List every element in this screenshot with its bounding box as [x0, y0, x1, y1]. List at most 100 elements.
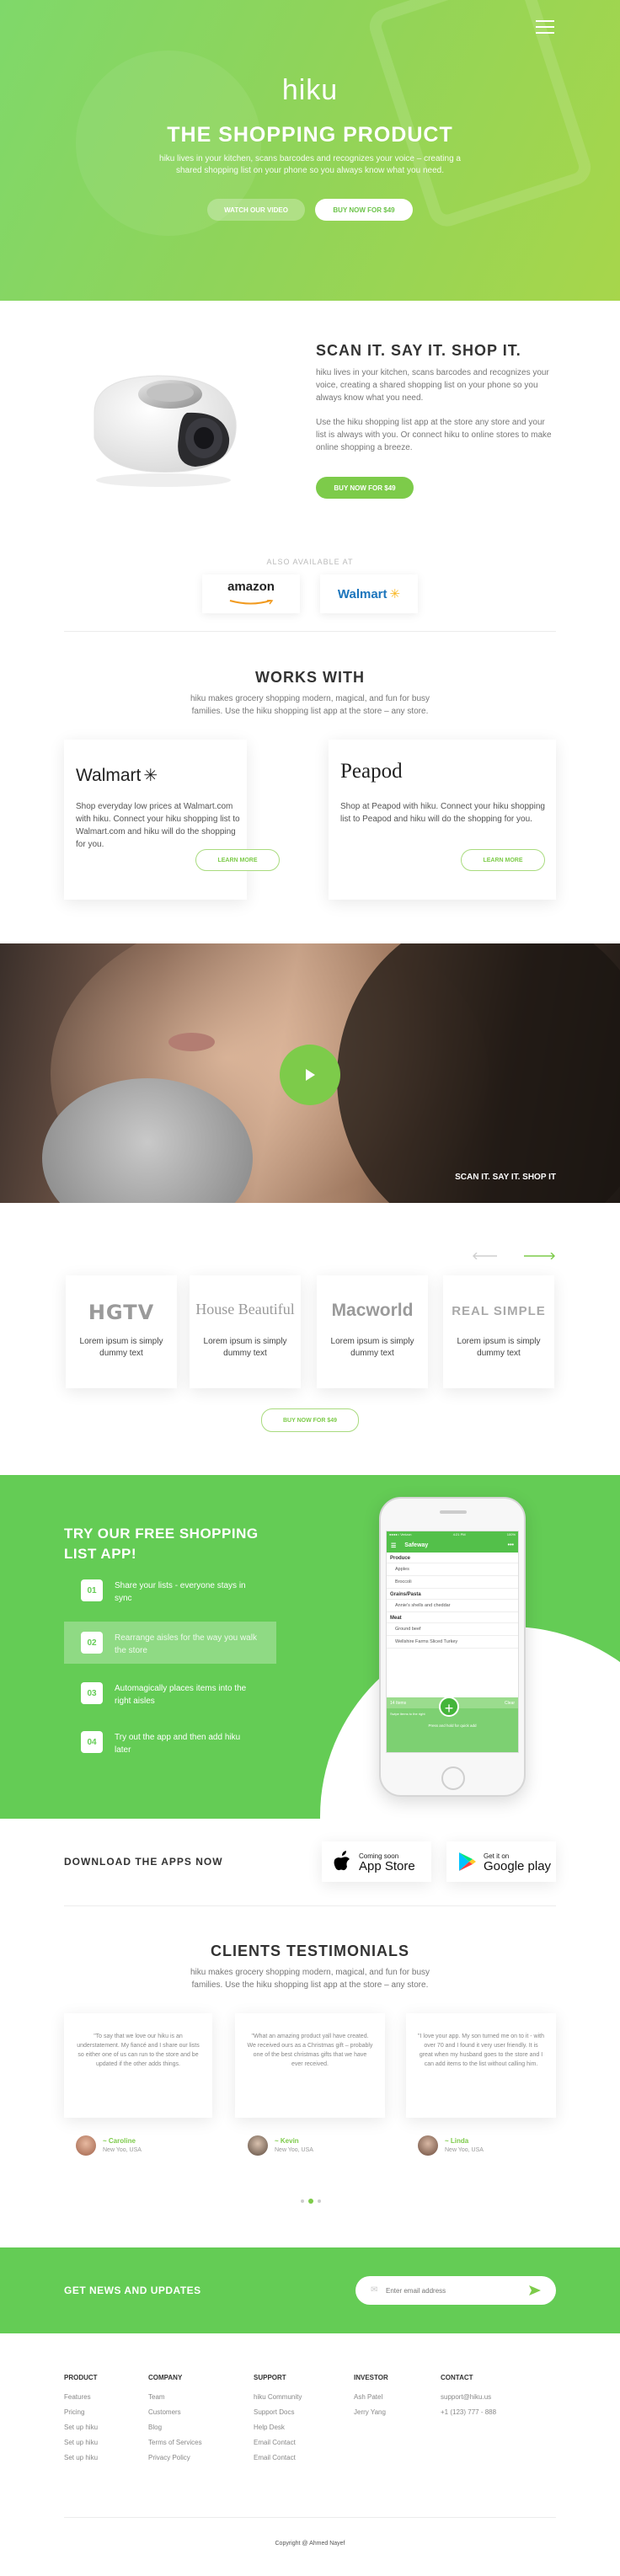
press-text: Lorem ipsum is simply dummy text: [79, 1337, 163, 1358]
step-number: 03: [81, 1682, 103, 1704]
phone-speaker: [440, 1510, 467, 1514]
video-section: SCAN IT. SAY IT. SHOP IT: [0, 943, 620, 1203]
phone-more-icon[interactable]: •••: [508, 1542, 514, 1548]
phone-hint: Swipe items to the right: [390, 1712, 425, 1716]
footer-link[interactable]: Customers: [148, 2408, 202, 2416]
press-card: House Beautiful Lorem ipsum is simply du…: [190, 1275, 301, 1388]
footer-link[interactable]: Terms of Services: [148, 2439, 202, 2446]
footer-link[interactable]: +1 (123) 777 - 888: [441, 2408, 496, 2416]
phone-list-item[interactable]: Apples: [387, 1563, 518, 1576]
watch-video-button[interactable]: WATCH OUR VIDEO: [207, 199, 305, 221]
app-store-button[interactable]: Coming soon App Store: [322, 1841, 431, 1882]
walmart-learn-more-button[interactable]: LEARN MORE: [195, 849, 280, 871]
phone-home-button: [441, 1766, 465, 1790]
peapod-learn-more-button[interactable]: LEARN MORE: [461, 849, 545, 871]
prev-arrow-icon[interactable]: [472, 1248, 497, 1264]
footer-link[interactable]: Blog: [148, 2424, 202, 2431]
phone-mockup: ●●●●○ Verizon 4:21 PM 100% ☰ Safeway ••• P…: [379, 1497, 526, 1797]
testimonial-card: "I love your app. My son turned me on to…: [406, 2013, 556, 2118]
walmart-spark-icon: ✳: [389, 587, 401, 601]
scan-buy-button[interactable]: BUY NOW FOR $49: [316, 477, 414, 499]
footer-link[interactable]: Set up hiku: [64, 2439, 98, 2446]
footer-link[interactable]: Jerry Yang: [354, 2408, 388, 2416]
press-text: Lorem ipsum is simply dummy text: [203, 1337, 287, 1358]
also-available-label: ALSO AVAILABLE AT: [266, 558, 354, 566]
footer-col-title: SUPPORT: [254, 2374, 286, 2381]
phone-list-item[interactable]: Ground beef: [387, 1623, 518, 1636]
step-number: 04: [81, 1731, 103, 1753]
google-play-button[interactable]: Get it on Google play: [446, 1841, 556, 1882]
footer-link[interactable]: Ash Patel: [354, 2393, 388, 2401]
testimonial-card: "To say that we love our hiku is an unde…: [64, 2013, 212, 2118]
phone-section-header: Meat: [387, 1612, 518, 1623]
menu-icon[interactable]: [536, 20, 554, 34]
phone-list: Produce Apples Broccoli Grains/Pasta Annie's…: [387, 1553, 518, 1649]
download-title: DOWNLOAD THE APPS NOW: [64, 1856, 223, 1868]
footer-link[interactable]: Email Contact: [254, 2439, 302, 2446]
footer-link[interactable]: Help Desk: [254, 2424, 302, 2431]
footer-link[interactable]: Features: [64, 2393, 98, 2401]
footer-link[interactable]: hiku Community: [254, 2393, 302, 2401]
footer-col-company: COMPANY Team Customers Blog Terms of Ser…: [148, 2374, 202, 2469]
phone-list-item[interactable]: Broccoli: [387, 1576, 518, 1589]
hero-bg-phone: [365, 0, 596, 232]
testimonial-location: New Yoo, USA: [103, 2147, 142, 2153]
phone-list-item[interactable]: Wellshire Farms Sliced Turkey: [387, 1636, 518, 1649]
scan-title: SCAN IT. SAY IT. SHOP IT.: [316, 342, 521, 359]
amazon-logo: amazon: [227, 579, 275, 594]
carousel-dot-active[interactable]: [308, 2199, 313, 2204]
next-arrow-icon[interactable]: [524, 1248, 556, 1264]
footer-col-investor: INVESTOR Ash Patel Jerry Yang: [354, 2374, 388, 2424]
footer-link[interactable]: Team: [148, 2393, 202, 2401]
video-hair: [337, 943, 620, 1203]
footer-col-product: PRODUCT Features Pricing Set up hiku Set…: [64, 2374, 98, 2469]
footer-link[interactable]: Email Contact: [254, 2454, 302, 2461]
footer-link[interactable]: Support Docs: [254, 2408, 302, 2416]
press-card: Macworld Lorem ipsum is simply dummy tex…: [317, 1275, 428, 1388]
avatar: [76, 2135, 96, 2156]
footer-link[interactable]: Set up hiku: [64, 2454, 98, 2461]
footer-col-title: CONTACT: [441, 2374, 473, 2381]
send-icon[interactable]: [529, 2285, 541, 2295]
carousel-dot[interactable]: [301, 2199, 304, 2203]
testimonial-location: New Yoo, USA: [275, 2147, 313, 2153]
hero-buy-button[interactable]: BUY NOW FOR $49: [315, 199, 413, 221]
phone-list-item[interactable]: Annie's shells and cheddar: [387, 1600, 518, 1612]
avatar: [418, 2135, 438, 2156]
video-lips: [168, 1033, 215, 1051]
walmart-card: Walmart ✳ Shop everyday low prices at Wal…: [64, 740, 280, 900]
hero-logo: hiku: [281, 74, 339, 106]
footer-col-contact: CONTACT support@hiku.us +1 (123) 777 - 8…: [441, 2374, 496, 2424]
phone-store-name: Safeway: [404, 1542, 429, 1548]
testimonials-subtitle: hiku makes grocery shopping modern, magi…: [190, 1968, 430, 1990]
carousel-dot[interactable]: [318, 2199, 321, 2203]
divider: [64, 2517, 556, 2518]
phone-menu-icon[interactable]: ☰: [391, 1542, 396, 1549]
scan-paragraph-2: Use the hiku shopping list app at the st…: [316, 418, 552, 452]
play-button[interactable]: [280, 1045, 340, 1105]
press-text: Lorem ipsum is simply dummy text: [330, 1337, 414, 1358]
macworld-logo: Macworld: [331, 1301, 414, 1320]
phone-add-icon[interactable]: +: [439, 1697, 459, 1717]
step-number: 01: [81, 1579, 103, 1601]
divider: [64, 631, 556, 632]
works-title: WORKS WITH: [255, 669, 365, 686]
email-input[interactable]: [386, 2283, 521, 2298]
copyright: Copyright @ Ahmed Nayef: [275, 2541, 345, 2547]
testimonial-card: "What an amazing product yall have creat…: [235, 2013, 385, 2118]
phone-section-header: Grains/Pasta: [387, 1589, 518, 1600]
press-buy-button[interactable]: BUY NOW FOR $49: [261, 1408, 359, 1432]
phone-nav-bar: ☰ Safeway •••: [387, 1538, 518, 1553]
footer-link[interactable]: support@hiku.us: [441, 2393, 496, 2401]
footer-link[interactable]: Privacy Policy: [148, 2454, 202, 2461]
footer-link[interactable]: Set up hiku: [64, 2424, 98, 2431]
amazon-store-link[interactable]: amazon: [202, 575, 300, 613]
footer-col-title: PRODUCT: [64, 2374, 98, 2381]
walmart-store-link[interactable]: Walmart ✳: [320, 575, 418, 613]
testimonial-location: New Yoo, USA: [445, 2147, 484, 2153]
walmart-logo: Walmart: [337, 586, 388, 601]
footer-link[interactable]: Pricing: [64, 2408, 98, 2416]
works-subtitle: hiku makes grocery shopping modern, magi…: [190, 694, 430, 716]
testimonial-name: ~ Kevin: [275, 2137, 299, 2145]
google-play-icon: [459, 1852, 476, 1871]
